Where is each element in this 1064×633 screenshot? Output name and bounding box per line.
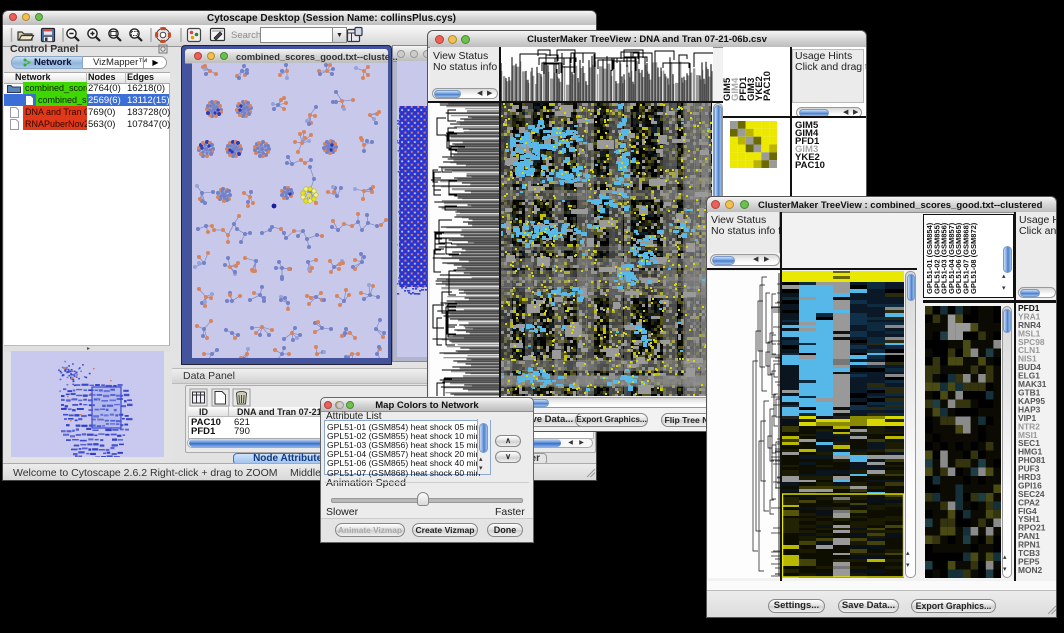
svg-text:PAC10: PAC10: [762, 71, 773, 101]
svg-text:MON2: MON2: [1018, 565, 1043, 575]
svg-text:GPL51-08 (GSM872): GPL51-08 (GSM872): [969, 222, 978, 294]
